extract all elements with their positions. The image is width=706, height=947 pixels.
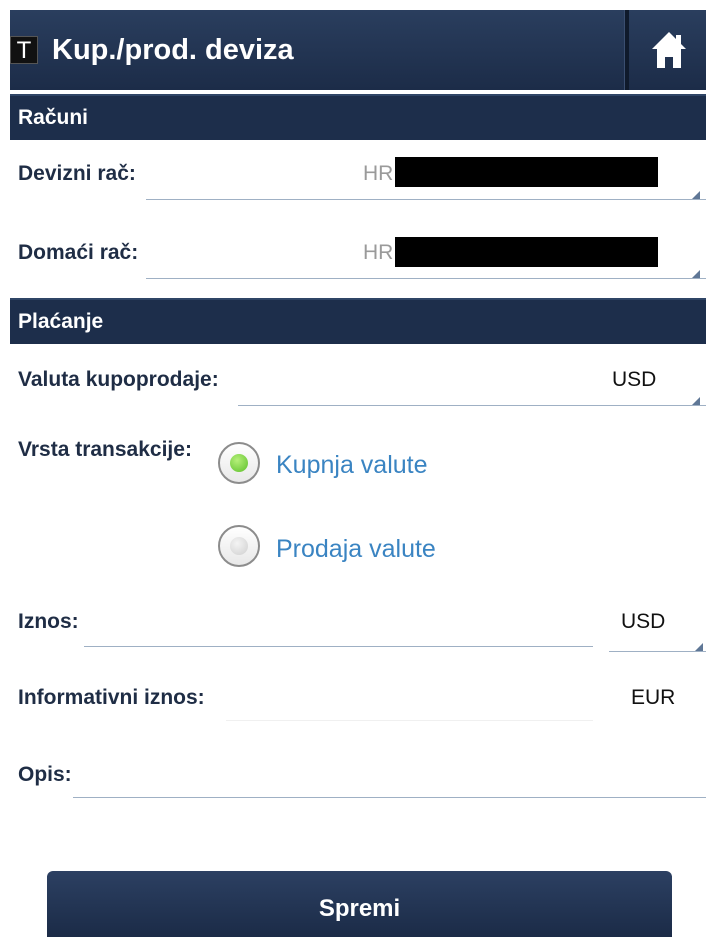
- field-underline: [226, 720, 593, 721]
- field-underline: [84, 646, 593, 647]
- field-underline: [146, 278, 706, 279]
- redacted-account-number: [395, 237, 658, 267]
- currency-label: Valuta kupoprodaje:: [18, 368, 219, 391]
- amount-currency-select[interactable]: USD: [609, 600, 706, 652]
- field-underline: [238, 405, 706, 406]
- field-underline: [609, 651, 706, 652]
- home-button[interactable]: [630, 10, 706, 90]
- amount-currency-value: USD: [621, 610, 666, 633]
- dropdown-corner-icon: [692, 191, 700, 199]
- description-label: Opis:: [18, 763, 72, 786]
- dropdown-corner-icon: [692, 397, 700, 405]
- transaction-type-label: Vrsta transakcije:: [18, 438, 192, 461]
- dropdown-corner-icon: [695, 643, 703, 651]
- amount-input[interactable]: [84, 600, 593, 647]
- section-header-accounts: Računi: [10, 94, 706, 140]
- title-divider: [624, 10, 629, 90]
- currency-value: USD: [612, 368, 657, 391]
- title-bar: T Kup./prod. deviza: [10, 10, 706, 90]
- section-title-payment: Plaćanje: [18, 310, 104, 333]
- home-icon: [652, 32, 686, 68]
- info-amount-field: [226, 676, 593, 721]
- radio-selected-dot: [230, 454, 248, 472]
- domestic-account-prefix: HR: [363, 241, 394, 264]
- info-amount-label: Informativni iznos:: [18, 686, 205, 709]
- save-button[interactable]: Spremi: [47, 871, 672, 937]
- redacted-account-number: [395, 157, 658, 187]
- radio-option-sell[interactable]: Prodaja valute: [218, 523, 478, 573]
- foreign-account-select[interactable]: HR: [146, 150, 706, 200]
- currency-select[interactable]: USD: [238, 356, 706, 406]
- foreign-account-label: Devizni rač:: [18, 162, 136, 185]
- section-header-payment: Plaćanje: [10, 298, 706, 344]
- radio-unselected-dot: [230, 537, 248, 555]
- app-icon: T: [10, 36, 38, 64]
- foreign-account-prefix: HR: [363, 162, 394, 185]
- radio-label-sell: Prodaja valute: [276, 535, 436, 563]
- description-input[interactable]: [73, 750, 706, 798]
- domestic-account-select[interactable]: HR: [146, 229, 706, 279]
- field-underline: [73, 797, 706, 798]
- radio-button[interactable]: [218, 525, 260, 567]
- amount-label: Iznos:: [18, 610, 79, 633]
- dropdown-corner-icon: [692, 270, 700, 278]
- info-amount-currency: EUR: [631, 686, 676, 709]
- radio-label-buy: Kupnja valute: [276, 451, 428, 479]
- radio-option-buy[interactable]: Kupnja valute: [218, 440, 478, 490]
- domestic-account-label: Domaći rač:: [18, 241, 139, 264]
- field-underline: [146, 199, 706, 200]
- radio-button[interactable]: [218, 442, 260, 484]
- page-title: Kup./prod. deviza: [52, 34, 294, 66]
- section-title-accounts: Računi: [18, 106, 89, 129]
